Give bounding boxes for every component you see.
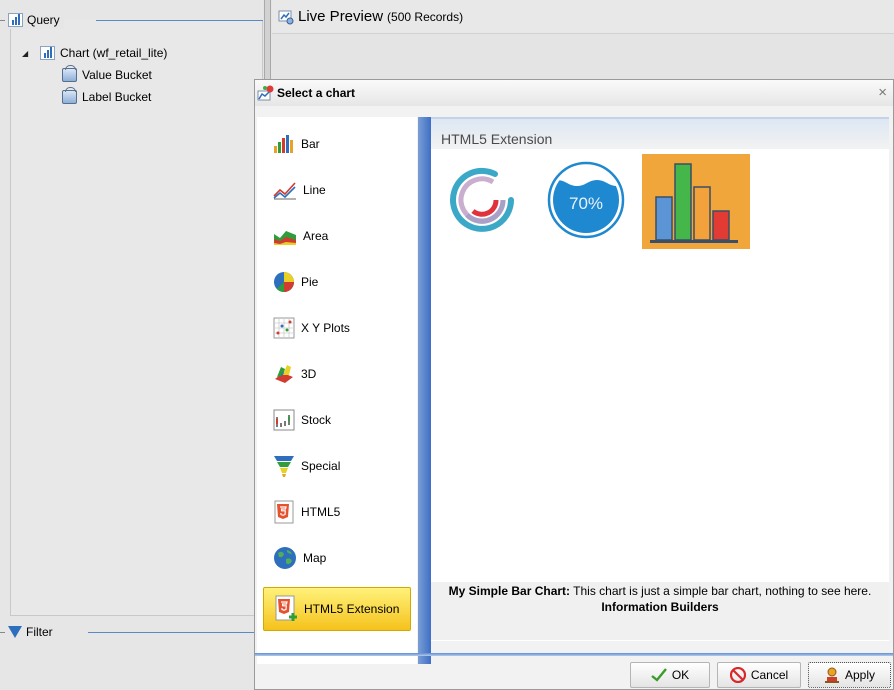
query-legend: Query — [0, 11, 64, 29]
xy-plot-icon — [273, 317, 295, 339]
apply-button[interactable]: Apply — [808, 662, 891, 688]
bar-chart-thumbnail-graphic — [650, 163, 738, 243]
category-label: Line — [303, 183, 326, 197]
category-3d[interactable]: 3D — [273, 359, 316, 389]
dialog-divider — [255, 653, 893, 656]
tree-node-label-bucket[interactable]: Label Bucket — [22, 86, 167, 108]
category-label: Special — [301, 459, 341, 473]
category-label: Bar — [301, 137, 320, 151]
3d-chart-icon — [275, 365, 293, 383]
dialog-title: Select a chart — [277, 86, 356, 100]
bucket-icon — [62, 65, 77, 82]
live-preview-icon — [278, 10, 294, 24]
close-icon[interactable]: × — [878, 84, 887, 101]
category-label: Map — [303, 551, 327, 565]
bar-chart-icon — [274, 135, 293, 153]
dialog-titlebar[interactable]: Select a chart × — [255, 80, 893, 106]
live-preview-header: Live Preview (500 Records) — [272, 0, 894, 34]
category-bar[interactable]: Bar — [273, 129, 320, 159]
simple-bar-chart-thumbnail[interactable] — [642, 154, 750, 249]
query-group-box — [10, 20, 263, 616]
cancel-label: Cancel — [750, 668, 789, 682]
category-html5[interactable]: HTML5 — [273, 497, 340, 527]
ring-chart-thumbnail[interactable] — [443, 161, 521, 239]
stock-chart-icon — [273, 409, 295, 431]
category-stock[interactable]: Stock — [273, 405, 331, 435]
chart-description-name: My Simple Bar Chart: — [448, 584, 571, 598]
category-label: HTML5 Extension — [304, 602, 400, 616]
tree-node-label: Value Bucket — [82, 68, 152, 82]
funnel-chart-icon — [274, 456, 294, 477]
gallery-header: HTML5 Extension — [431, 117, 889, 149]
checkmark-icon — [651, 668, 667, 682]
category-map[interactable]: Map — [273, 543, 326, 573]
tree-node-label: Label Bucket — [82, 90, 152, 104]
html5-icon — [274, 500, 294, 524]
category-label: HTML5 — [301, 505, 341, 519]
chart-description-text: This chart is just a simple bar chart, n… — [573, 584, 872, 598]
ok-label: OK — [671, 668, 690, 682]
pie-chart-icon — [274, 272, 294, 292]
live-preview-title: Live Preview — [298, 8, 384, 25]
category-xy-plots[interactable]: X Y Plots — [273, 313, 350, 343]
chart-description: My Simple Bar Chart: This chart is just … — [431, 582, 889, 640]
category-label: Pie — [301, 275, 319, 289]
query-group-line — [96, 20, 263, 21]
html5-extension-icon — [275, 595, 297, 621]
category-label: X Y Plots — [301, 321, 350, 335]
category-label: 3D — [301, 367, 317, 381]
category-pie[interactable]: Pie — [273, 267, 318, 297]
collapse-triangle-icon[interactable]: ◢ — [22, 49, 32, 58]
filter-icon — [8, 626, 22, 638]
record-count: (500 Records) — [387, 9, 464, 24]
category-label: Stock — [301, 413, 332, 427]
filter-legend-label: Filter — [26, 625, 53, 639]
tree-node-label: Chart (wf_retail_lite) — [60, 46, 168, 60]
chart-icon — [8, 13, 23, 27]
category-scrollbar[interactable] — [418, 117, 431, 664]
gallery-title: HTML5 Extension — [441, 131, 553, 147]
bucket-icon — [62, 87, 77, 104]
chart-gallery-panel: HTML5 Extension 70% — [431, 117, 889, 641]
category-special[interactable]: Special — [273, 451, 340, 481]
cancel-button[interactable]: Cancel — [717, 662, 801, 688]
ok-button[interactable]: OK — [630, 662, 710, 688]
tree-node-value-bucket[interactable]: Value Bucket — [22, 64, 167, 86]
liquid-gauge-thumbnail[interactable]: 70% — [547, 161, 625, 239]
query-tree: ◢ Chart (wf_retail_lite) Value Bucket La… — [22, 42, 167, 108]
category-html5-extension[interactable]: HTML5 Extension — [263, 587, 411, 631]
cancel-icon — [729, 667, 746, 683]
select-chart-dialog: Select a chart × Bar Line Area Pie X Y P… — [254, 79, 894, 690]
gauge-value-label: 70% — [569, 194, 603, 213]
category-label: Area — [303, 229, 329, 243]
globe-icon — [274, 547, 296, 569]
chart-icon — [40, 46, 55, 60]
chart-category-list: Bar Line Area Pie X Y Plots 3D Stock Spe… — [257, 117, 417, 664]
query-panel: Query ◢ Chart (wf_retail_lite) Value Buc… — [0, 0, 263, 690]
category-line[interactable]: Line — [273, 175, 326, 205]
category-area[interactable]: Area — [273, 221, 328, 251]
tree-node-chart[interactable]: ◢ Chart (wf_retail_lite) — [22, 42, 167, 64]
line-chart-icon — [273, 182, 296, 200]
apply-icon — [824, 667, 839, 683]
query-legend-label: Query — [27, 13, 60, 27]
filter-legend: Filter — [0, 623, 57, 641]
area-chart-icon — [274, 231, 296, 245]
filter-group-line — [88, 632, 263, 633]
chart-wizard-icon — [257, 85, 274, 101]
apply-label: Apply — [844, 668, 876, 682]
chart-author: Information Builders — [601, 600, 719, 614]
